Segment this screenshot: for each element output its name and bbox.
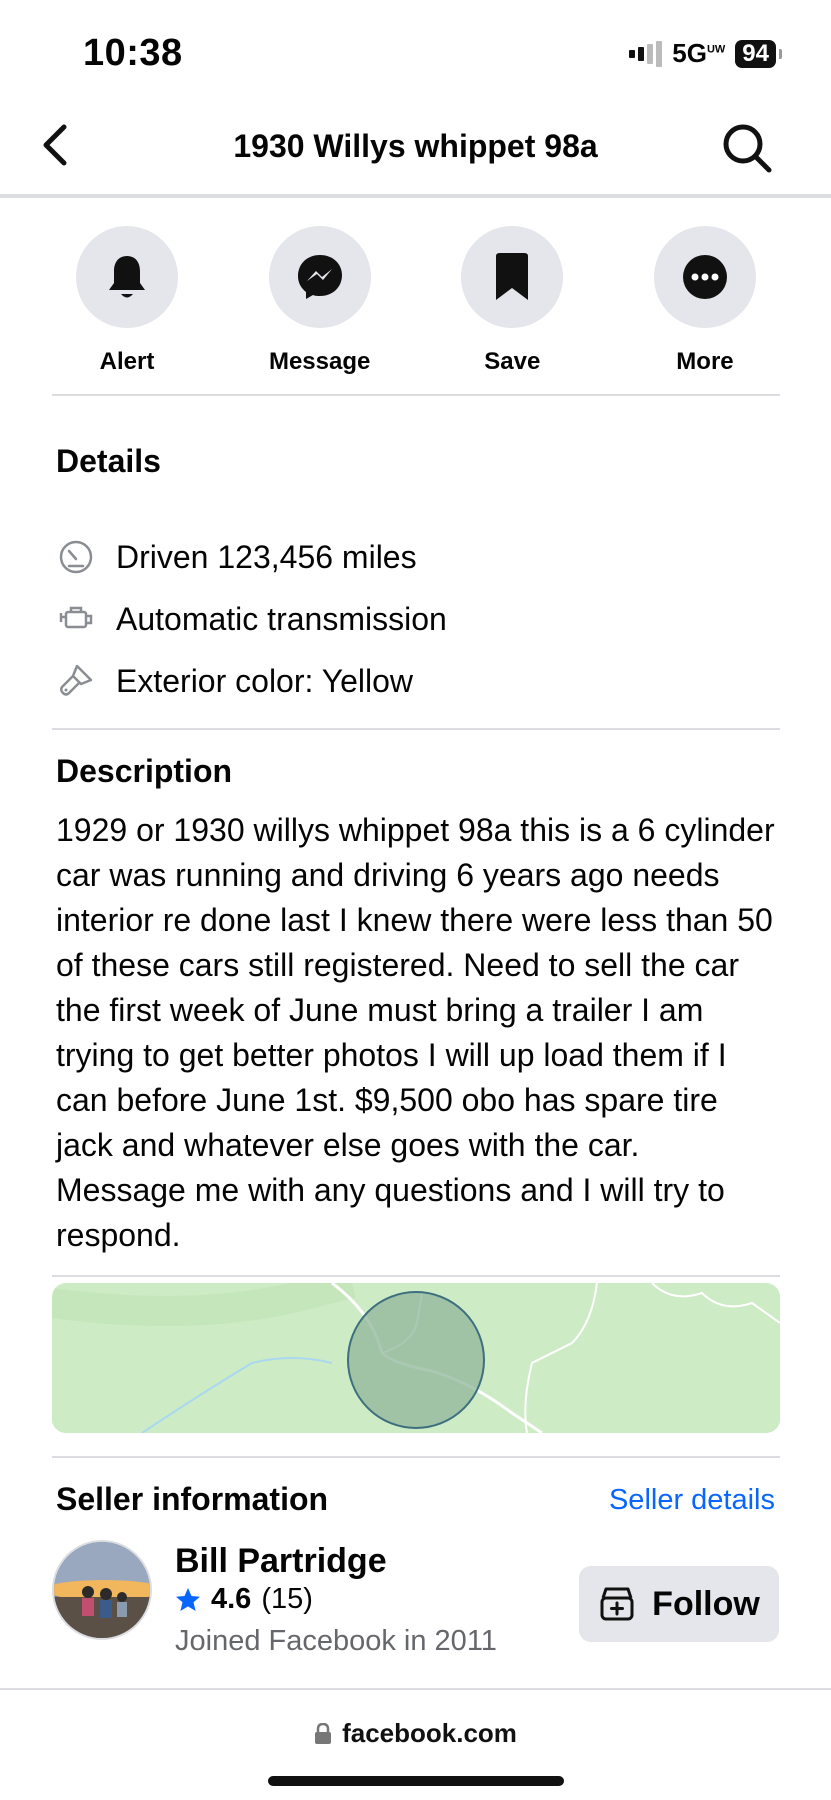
message-button-circle[interactable] [268,226,371,328]
status-bar: 10:38 5GUW 94 [0,0,831,100]
paint-brush-icon [56,661,96,701]
url-display[interactable]: facebook.com [0,1718,831,1749]
search-button[interactable] [719,120,775,176]
messenger-icon [297,255,342,299]
lock-icon [315,1722,332,1744]
more-button[interactable]: More [630,226,780,376]
divider [52,1275,780,1277]
engine-icon [56,599,96,639]
alert-button[interactable]: Alert [52,226,202,376]
message-button[interactable]: Message [245,226,395,376]
divider [52,1456,780,1458]
home-indicator[interactable] [268,1776,564,1786]
rating-count: (15) [261,1583,313,1615]
detail-transmission-text: Automatic transmission [116,600,447,637]
description-text: 1929 or 1930 willys whippet 98a this is … [56,812,775,1253]
url-domain: facebook.com [342,1718,517,1748]
signal-icon [629,40,663,67]
save-label: Save [484,348,541,375]
save-button[interactable]: Save [437,226,587,376]
battery-icon: 94 [735,39,782,68]
page-header: 1930 Willys whippet 98a [0,100,831,198]
bell-icon [109,256,145,298]
details-title: Details [56,443,161,479]
detail-color: Exterior color: Yellow [56,661,413,701]
seller-rating: 4.6 (15) [175,1583,313,1616]
save-button-circle[interactable] [461,226,564,328]
more-label: More [676,348,734,375]
divider [52,394,780,396]
detail-mileage-text: Driven 123,456 miles [116,538,417,575]
browser-url-bar[interactable]: facebook.com [0,1688,831,1800]
detail-transmission: Automatic transmission [56,599,447,639]
seller-details-link[interactable]: Seller details [609,1484,775,1517]
star-icon [176,1587,200,1611]
bookmark-icon [496,253,529,300]
follow-label: Follow [652,1584,760,1623]
seller-joined: Joined Facebook in 2011 [175,1625,497,1657]
message-label: Message [268,348,371,375]
detail-color-text: Exterior color: Yellow [116,662,414,699]
follow-store-icon [600,1587,634,1621]
alert-button-circle[interactable] [76,226,178,328]
rating-value: 4.6 [211,1583,252,1615]
more-button-circle[interactable] [653,226,756,328]
status-time: 10:38 [83,32,183,74]
map-graphic [52,1283,780,1433]
detail-mileage: Driven 123,456 miles [56,537,417,577]
avatar[interactable] [52,1540,152,1640]
speedometer-icon [56,537,96,577]
seller-section-title: Seller information [56,1481,329,1517]
more-dots-icon [682,255,727,299]
search-icon [723,124,772,173]
action-row: Alert Message Save More [52,226,780,376]
location-map[interactable] [52,1283,780,1433]
divider [52,728,780,730]
seller-name[interactable]: Bill Partridge [175,1542,387,1581]
description-title: Description [56,753,233,789]
alert-label: Alert [99,348,155,375]
network-label: 5GUW [672,38,726,68]
follow-button[interactable]: Follow [579,1566,779,1642]
status-indicators: 5GUW 94 [629,38,782,69]
page-title: 1930 Willys whippet 98a [233,128,598,164]
